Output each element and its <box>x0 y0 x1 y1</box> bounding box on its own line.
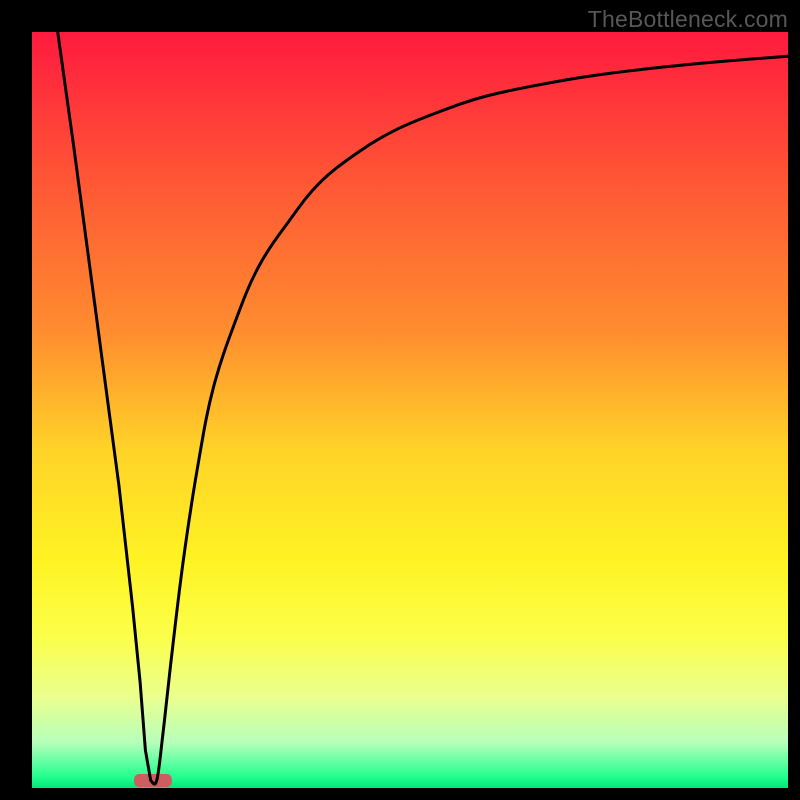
chart-frame: TheBottleneck.com <box>0 0 800 800</box>
plot-area <box>32 32 788 788</box>
bottleneck-chart <box>32 32 788 788</box>
gradient-background <box>32 32 788 788</box>
watermark-text: TheBottleneck.com <box>588 6 788 33</box>
